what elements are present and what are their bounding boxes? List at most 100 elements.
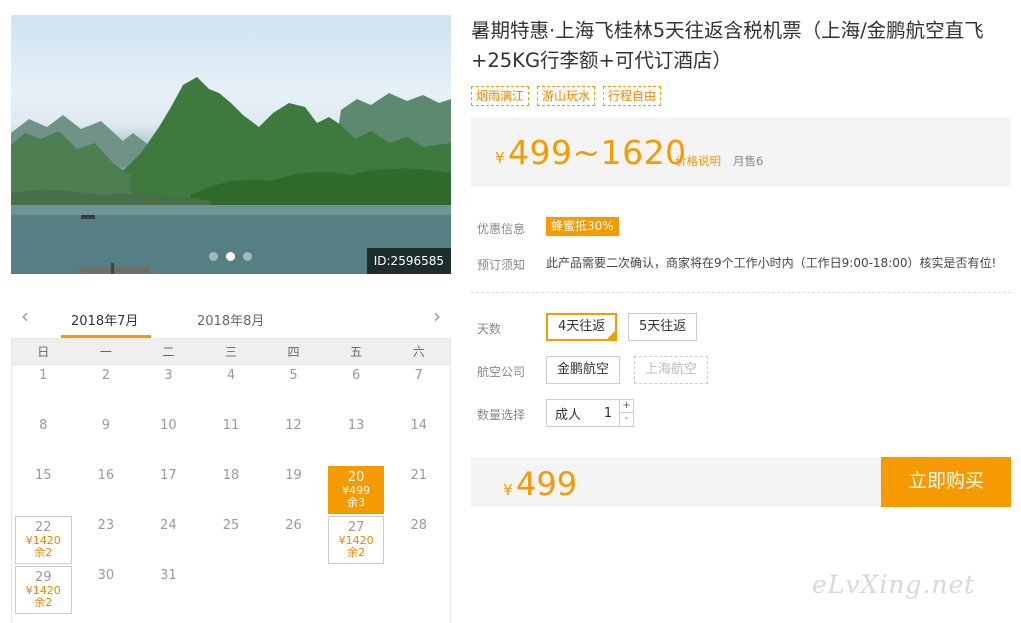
month-tab-august[interactable]: 2018年8月	[197, 310, 264, 329]
gallery-dot[interactable]	[243, 252, 252, 261]
day-number: 31	[160, 568, 177, 583]
promo-badge: 蜂蜜抵30%	[546, 217, 619, 236]
airline-label: 航空公司	[477, 365, 526, 379]
calendar-day: 2	[75, 365, 138, 415]
calendar-days: 1 2 3 4 5 6 7 8 9 10 11 12 13 14 15 16 17 18 19 20 ¥499 余3 21 2…	[11, 365, 451, 623]
calendar-day: 6	[325, 365, 388, 415]
increment-button[interactable]: +	[620, 400, 633, 413]
selected-date-box[interactable]: 20 ¥499 余3	[327, 466, 385, 514]
weekday-label: 日	[37, 345, 50, 359]
day-number: 12	[285, 418, 302, 433]
quantity-label: 数量选择	[477, 408, 526, 422]
weekday-label: 二	[162, 345, 175, 359]
day-number: 2	[101, 368, 110, 383]
day-remaining: 余2	[34, 596, 53, 609]
site-watermark: eLvXing.net	[812, 570, 976, 599]
option-4-days[interactable]: 4天往返	[546, 313, 618, 341]
day-number: 15	[35, 468, 52, 483]
calendar-day: 15	[12, 465, 75, 515]
price-summary: ¥ 499~1620 价格说明 月售6	[471, 117, 1011, 187]
day-number: 1	[39, 368, 48, 383]
day-number: 28	[410, 518, 427, 533]
calendar-day: 13	[325, 415, 388, 465]
stepper-buttons: + -	[619, 400, 633, 426]
tag: 烟雨漓江	[471, 86, 530, 106]
day-number: 22	[35, 520, 52, 535]
total-price: 499	[516, 465, 578, 503]
day-number: 26	[285, 518, 302, 533]
option-5-days[interactable]: 5天往返	[628, 313, 698, 341]
calendar-day: 18	[200, 465, 263, 515]
day-number: 9	[101, 418, 110, 433]
day-number: 23	[97, 518, 115, 533]
price-range: 499~1620	[508, 133, 687, 172]
currency-symbol: ¥	[495, 149, 505, 167]
available-date-box[interactable]: 22 ¥1420 余2	[15, 516, 72, 564]
quantity-stepper: 成人 1 + -	[546, 399, 634, 427]
day-remaining: 余2	[347, 546, 366, 559]
calendar-day: 19	[262, 465, 325, 515]
weekday-label: 三	[224, 345, 237, 359]
product-title: 暑期特惠·上海飞桂林5天往返含税机票（上海/金鹏航空直飞+25KG行李额+可代订…	[471, 19, 984, 72]
day-number: 4	[226, 368, 236, 383]
day-remaining: 余2	[34, 546, 53, 559]
buy-now-button[interactable]: 立即购买	[881, 457, 1011, 507]
chevron-left-icon[interactable]: ‹	[15, 306, 35, 326]
weekday-header: 日 一 二 三 四 五 六	[11, 338, 451, 365]
product-photo[interactable]: ID:2596585	[11, 15, 451, 274]
calendar-day[interactable]: 27 ¥1420 余2	[325, 515, 388, 565]
calendar-day: 17	[137, 465, 200, 515]
day-number: 5	[289, 368, 298, 383]
photo-landscape	[11, 77, 451, 274]
day-number: 6	[351, 368, 361, 383]
calendar-day: 30	[75, 565, 138, 615]
decrement-button[interactable]: -	[620, 413, 633, 426]
gallery-dot[interactable]	[209, 252, 218, 261]
day-number: 11	[222, 418, 240, 433]
day-number: 14	[410, 418, 427, 433]
day-number: 8	[39, 418, 48, 433]
calendar-day: 9	[75, 415, 138, 465]
quantity-input[interactable]: 1	[597, 406, 619, 421]
weekday-label: 五	[350, 345, 363, 359]
calendar-day: 23	[75, 515, 138, 565]
calendar-day[interactable]: 22 ¥1420 余2	[12, 515, 75, 565]
days-label: 天数	[477, 322, 502, 336]
quantity-type: 成人	[555, 407, 582, 423]
day-number: 21	[410, 468, 427, 483]
calendar-day: 12	[262, 415, 325, 465]
option-airline-shanghai: 上海航空	[634, 356, 709, 384]
calendar-day: 7	[387, 365, 450, 415]
available-date-box[interactable]: 27 ¥1420 余2	[327, 516, 385, 564]
notice-label: 预订须知	[477, 258, 526, 272]
calendar-day: 26	[262, 515, 325, 565]
weekday-label: 一	[99, 345, 112, 359]
price-explain-link[interactable]: 价格说明	[675, 153, 721, 169]
promo-label: 优惠信息	[477, 222, 526, 236]
day-number: 10	[160, 418, 177, 433]
monthly-sales: 月售6	[733, 154, 764, 168]
day-number: 29	[35, 570, 52, 585]
month-tab-july[interactable]: 2018年7月	[71, 310, 138, 329]
photo-id-badge: ID:2596585	[366, 248, 451, 274]
calendar-day: 16	[75, 465, 138, 515]
calendar-day: 14	[387, 415, 450, 465]
day-number: 27	[347, 520, 365, 535]
option-airline-jinpeng[interactable]: 金鹏航空	[546, 356, 621, 384]
currency-symbol: ¥	[503, 481, 513, 499]
day-number: 3	[164, 368, 173, 383]
calendar-day[interactable]: 29 ¥1420 余2	[12, 565, 75, 615]
available-date-box[interactable]: 29 ¥1420 余2	[15, 566, 72, 614]
calendar-day: 5	[262, 365, 325, 415]
divider	[471, 292, 1011, 293]
buy-bar: ¥ 499 立即购买	[471, 457, 1011, 507]
weekday-label: 六	[412, 345, 425, 359]
gallery-dot-active[interactable]	[226, 252, 235, 261]
day-number: 7	[414, 368, 423, 383]
calendar-day[interactable]: 20 ¥499 余3	[325, 465, 388, 515]
weekday-label: 四	[287, 345, 300, 359]
booking-notice: 此产品需要二次确认，商家将在9个工作小时内（工作日9:00-18:00）核实是否…	[546, 256, 997, 270]
chevron-right-icon[interactable]: ›	[427, 306, 447, 326]
calendar-day: 10	[137, 415, 200, 465]
calendar-day: 21	[387, 465, 450, 515]
